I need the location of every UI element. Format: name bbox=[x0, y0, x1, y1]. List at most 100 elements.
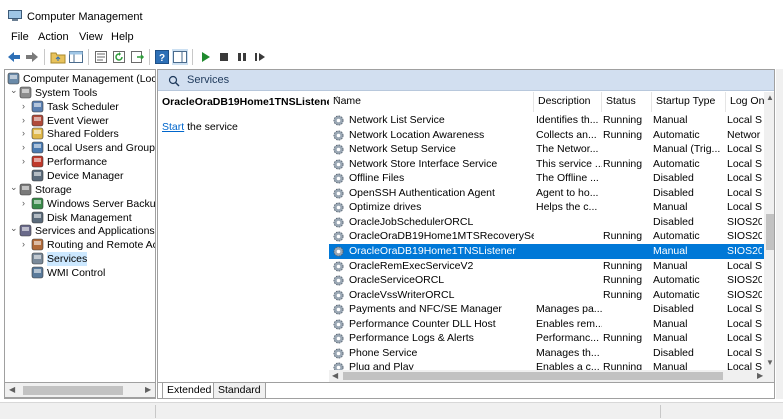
service-row[interactable]: OpenSSH Authentication Agent Agent to ho.… bbox=[329, 186, 774, 201]
toolbar-separator bbox=[149, 49, 150, 65]
scroll-right-icon[interactable]: ▶ bbox=[145, 385, 151, 394]
tree-horizontal-scrollbar[interactable]: ◀ ▶ bbox=[4, 382, 156, 398]
export-list-icon[interactable] bbox=[129, 49, 145, 65]
scroll-up-icon[interactable]: ▲ bbox=[766, 93, 774, 102]
tree-item-routing-and-remote-ac[interactable]: › Routing and Remote Ac bbox=[5, 238, 155, 252]
tree-item-system-tools[interactable]: ⌄ System Tools bbox=[5, 85, 155, 100]
scroll-left-icon[interactable]: ◀ bbox=[9, 385, 15, 394]
tree-item-label: Local Users and Groups bbox=[47, 142, 156, 155]
collapse-chevron-right-icon[interactable]: › bbox=[22, 240, 31, 249]
service-desc-cell: Manages th... bbox=[536, 346, 600, 359]
service-startup-cell: Manual bbox=[653, 332, 688, 345]
collapse-chevron-right-icon[interactable]: › bbox=[22, 115, 31, 125]
service-name-cell: OracleServiceORCL bbox=[349, 274, 445, 287]
column-header-status[interactable]: Status bbox=[602, 92, 652, 112]
service-row[interactable]: Performance Logs & Alerts Performanc... Ru… bbox=[329, 331, 774, 346]
service-row[interactable]: Optimize drives Helps the c... Manual Local… bbox=[329, 200, 774, 215]
service-name-cell: Network List Service bbox=[349, 114, 445, 126]
tree-item-task-scheduler[interactable]: › Task Scheduler bbox=[5, 100, 155, 114]
start-service-link[interactable]: Start bbox=[162, 121, 184, 133]
service-row[interactable]: OracleRemExecServiceV2 Running Manual Local… bbox=[329, 259, 774, 274]
tree-item-disk-management[interactable]: Disk Management bbox=[5, 211, 155, 225]
tree-item-device-manager[interactable]: Device Manager bbox=[5, 169, 155, 183]
tree-item-performance[interactable]: › Performance bbox=[5, 155, 155, 169]
tree-item-label: System Tools bbox=[35, 86, 98, 99]
back-arrow-icon[interactable] bbox=[6, 49, 22, 65]
expand-chevron-down-icon[interactable]: ⌄ bbox=[10, 224, 19, 233]
service-status-cell: Running bbox=[603, 128, 643, 141]
collapse-chevron-right-icon[interactable]: › bbox=[22, 198, 31, 208]
service-row[interactable]: OracleVssWriterORCL Running Automatic SIOS2… bbox=[329, 288, 774, 303]
status-bar-divider bbox=[155, 405, 156, 418]
scroll-right-icon[interactable]: ▶ bbox=[757, 371, 763, 380]
service-row[interactable]: Offline Files The Offline ... Disabled Loca… bbox=[329, 171, 774, 186]
menu-view[interactable]: View bbox=[79, 31, 103, 43]
expand-chevron-down-icon[interactable]: ⌄ bbox=[10, 182, 19, 192]
service-logon-cell: SIOS20\ bbox=[727, 230, 762, 243]
service-gear-icon bbox=[332, 347, 345, 360]
refresh-icon[interactable] bbox=[111, 49, 127, 65]
tree-item-wmi-control[interactable]: WMI Control bbox=[5, 266, 155, 280]
folder-up-icon[interactable] bbox=[50, 49, 66, 65]
tree-item-event-viewer[interactable]: › Event Viewer bbox=[5, 114, 155, 128]
collapse-chevron-right-icon[interactable]: › bbox=[22, 143, 31, 152]
column-header-startup-type[interactable]: Startup Type bbox=[652, 92, 726, 112]
service-row[interactable]: Network Location Awareness Collects an...… bbox=[329, 128, 774, 143]
selected-service-name: OracleOraDB19Home1TNSListener bbox=[162, 96, 337, 108]
service-logon-cell: Local Se bbox=[727, 303, 762, 316]
forward-arrow-icon[interactable] bbox=[24, 49, 40, 65]
service-row[interactable]: OracleJobSchedulerORCL Disabled SIOS20\ bbox=[329, 215, 774, 230]
tab-standard[interactable]: Standard bbox=[213, 383, 266, 398]
service-desc-cell: Agent to ho... bbox=[536, 186, 599, 199]
service-desc-cell: The Networ... bbox=[536, 143, 599, 156]
service-row[interactable]: Payments and NFC/SE Manager Manages pa...… bbox=[329, 302, 774, 317]
tree-item-services[interactable]: Services bbox=[5, 252, 155, 267]
service-row[interactable]: OracleOraDB19Home1TNSListener Manual SIOS2… bbox=[329, 243, 774, 259]
service-status-cell: Running bbox=[603, 230, 643, 243]
service-status-cell bbox=[603, 215, 651, 230]
service-row[interactable]: Performance Counter DLL Host Enables rem.… bbox=[329, 317, 774, 332]
pause-service-icon[interactable] bbox=[234, 49, 250, 65]
service-row[interactable]: Phone Service Manages th... Disabled Local … bbox=[329, 346, 774, 361]
collapse-chevron-right-icon[interactable]: › bbox=[22, 157, 31, 166]
restart-service-icon[interactable] bbox=[252, 49, 268, 65]
properties-icon[interactable] bbox=[93, 49, 109, 65]
collapse-chevron-right-icon[interactable]: › bbox=[22, 129, 31, 138]
menu-help[interactable]: Help bbox=[111, 31, 134, 43]
stop-service-icon[interactable] bbox=[216, 49, 232, 65]
expand-chevron-down-icon[interactable]: ⌄ bbox=[10, 85, 19, 95]
service-status-cell: Running bbox=[603, 332, 643, 345]
list-horizontal-scrollbar[interactable]: ◀ ▶ bbox=[329, 370, 774, 382]
scroll-left-icon[interactable]: ◀ bbox=[332, 371, 338, 380]
service-row[interactable]: OracleServiceORCL Running Automatic SIOS20\ bbox=[329, 273, 774, 288]
tree-item-local-users-and-groups[interactable]: › Local Users and Groups bbox=[5, 141, 155, 155]
tree-item-computer-management-local[interactable]: Computer Management (Local bbox=[5, 72, 155, 86]
service-startup-cell: Manual bbox=[653, 244, 688, 257]
column-header-name[interactable]: Name ⌃ bbox=[329, 92, 534, 112]
help-icon[interactable]: ? bbox=[154, 49, 170, 65]
show-hide-console-tree-icon[interactable] bbox=[68, 49, 84, 65]
tree-item-services-and-applications[interactable]: ⌄ Services and Applications bbox=[5, 224, 155, 238]
menu-action[interactable]: Action bbox=[38, 31, 69, 43]
service-gear-icon bbox=[332, 158, 345, 171]
tree-item-storage[interactable]: ⌄ Storage bbox=[5, 182, 155, 197]
column-header-description[interactable]: Description bbox=[534, 92, 602, 112]
list-vertical-scrollbar[interactable]: ▲ ▼ bbox=[764, 92, 774, 370]
tree-item-windows-server-backup[interactable]: › Windows Server Backup bbox=[5, 197, 155, 211]
scroll-down-icon[interactable]: ▼ bbox=[766, 358, 774, 367]
scroll-thumb[interactable] bbox=[343, 372, 723, 380]
collapse-chevron-right-icon[interactable]: › bbox=[22, 101, 31, 111]
tree-item-shared-folders[interactable]: › Shared Folders bbox=[5, 127, 155, 141]
tab-extended[interactable]: Extended bbox=[162, 383, 217, 398]
tree-item-label: Disk Management bbox=[47, 211, 132, 224]
scroll-thumb[interactable] bbox=[23, 386, 123, 395]
menu-file[interactable]: File bbox=[11, 31, 29, 43]
scroll-thumb[interactable] bbox=[766, 214, 774, 250]
start-service-icon[interactable] bbox=[198, 49, 214, 65]
show-hide-action-pane-icon[interactable] bbox=[172, 49, 188, 65]
service-row[interactable]: Network List Service Identifies th... Runn… bbox=[329, 113, 774, 128]
service-row[interactable]: Network Store Interface Service This serv… bbox=[329, 157, 774, 172]
service-row[interactable]: OracleOraDB19Home1MTSRecoveryService Runn… bbox=[329, 229, 774, 244]
service-startup-cell: Manual bbox=[653, 201, 688, 214]
service-row[interactable]: Network Setup Service The Networ... Manual… bbox=[329, 142, 774, 157]
